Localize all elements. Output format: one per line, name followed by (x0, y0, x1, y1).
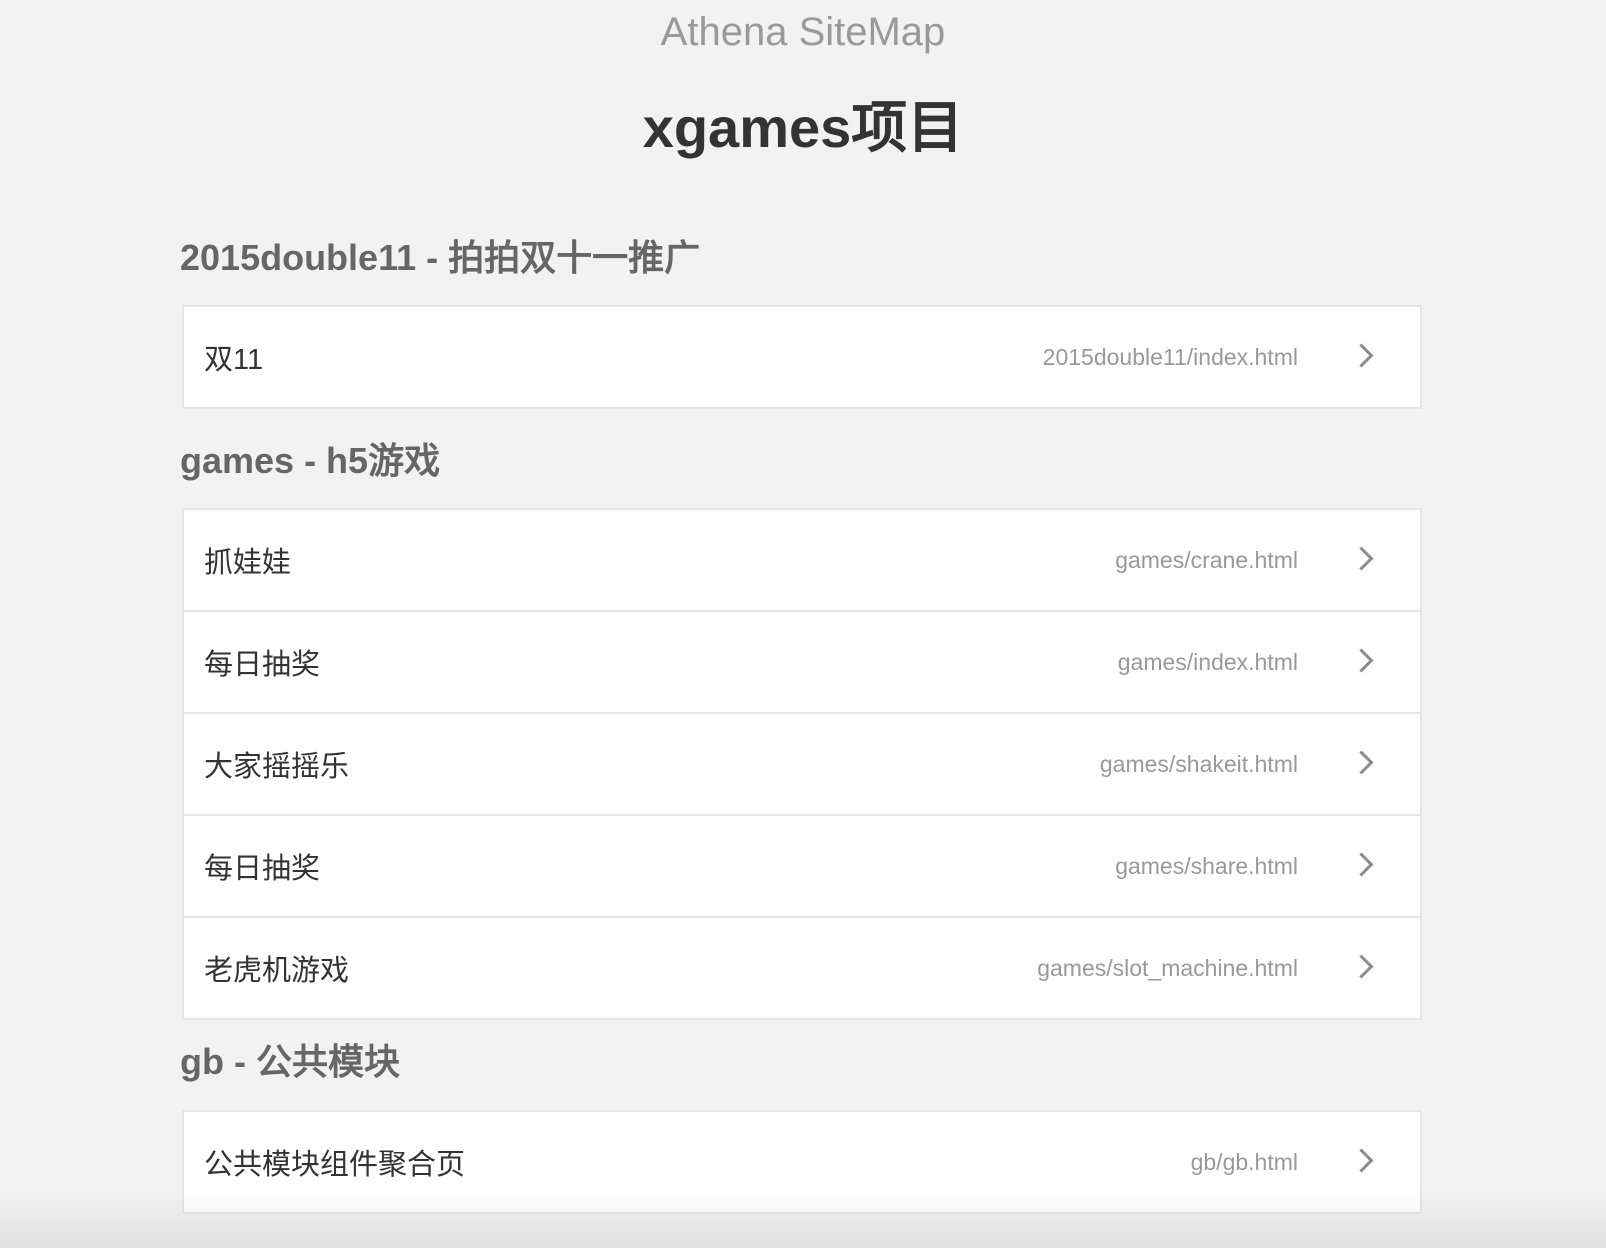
page-title: xgames项目 (642, 96, 964, 159)
page-name: 双11 (204, 344, 264, 376)
group-title-gb: gb - 公共模块 (180, 1041, 400, 1082)
chevron-right-icon (1349, 343, 1374, 368)
page-name: 大家摇摇乐 (204, 751, 350, 783)
page-path: 2015double11/index.html (1042, 343, 1298, 370)
sitemap-page: Athena SiteMap xgames项目 2015double11 - 拍… (0, 0, 1606, 1248)
page-name: 每日抽奖 (204, 853, 321, 885)
list-item[interactable]: 大家摇摇乐 games/shakeit.html (184, 712, 1420, 814)
chevron-right-icon (1349, 954, 1374, 979)
chevron-right-icon (1349, 546, 1374, 571)
page-path: games/share.html (1115, 852, 1298, 879)
list-item[interactable]: 抓娃娃 games/crane.html (184, 510, 1420, 610)
page-list-gb: 公共模块组件聚合页 gb/gb.html (182, 1110, 1422, 1214)
brand-title: Athena SiteMap (660, 10, 946, 54)
page-path: games/slot_machine.html (1037, 954, 1298, 981)
page-list-2015double11: 双11 2015double11/index.html (182, 305, 1422, 409)
page-name: 公共模块组件聚合页 (204, 1149, 466, 1181)
page-path: games/crane.html (1115, 546, 1298, 573)
list-item[interactable]: 老虎机游戏 games/slot_machine.html (184, 916, 1420, 1018)
chevron-right-icon (1349, 750, 1374, 775)
chevron-right-icon (1349, 648, 1374, 673)
page-name: 抓娃娃 (204, 547, 292, 579)
page-path: games/shakeit.html (1099, 750, 1298, 777)
page-path: gb/gb.html (1190, 1148, 1298, 1175)
page-list-games: 抓娃娃 games/crane.html 每日抽奖 games/index.ht… (182, 508, 1422, 1020)
chevron-right-icon (1349, 1148, 1374, 1173)
list-item[interactable]: 每日抽奖 games/index.html (184, 610, 1420, 712)
list-item[interactable]: 公共模块组件聚合页 gb/gb.html (184, 1112, 1420, 1212)
page-name: 老虎机游戏 (204, 955, 350, 987)
list-item[interactable]: 每日抽奖 games/share.html (184, 814, 1420, 916)
chevron-right-icon (1349, 852, 1374, 877)
group-title-2015double11: 2015double11 - 拍拍双十一推广 (180, 237, 701, 278)
group-title-games: games - h5游戏 (180, 440, 441, 481)
page-name: 每日抽奖 (204, 649, 321, 681)
page-path: games/index.html (1117, 648, 1298, 675)
list-item[interactable]: 双11 2015double11/index.html (184, 307, 1420, 407)
